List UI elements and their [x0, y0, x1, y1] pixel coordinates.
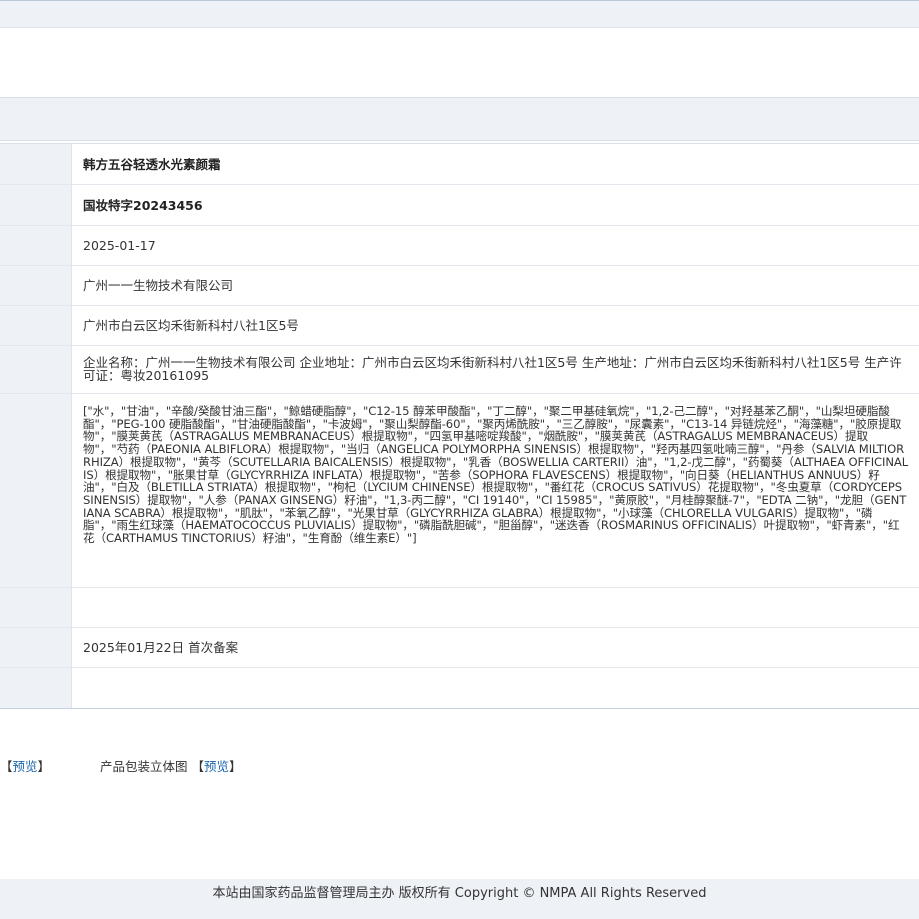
- table-row-empty: [0, 588, 919, 628]
- package-image-label: 产品包装立体图: [100, 759, 188, 774]
- last-value: [72, 668, 919, 708]
- ingredients-value: ["水"，"甘油"，"辛酸/癸酸甘油三酯"，"鲸蜡硬脂醇"，"C12-15 醇苯…: [83, 404, 909, 546]
- table-row-last: [0, 668, 919, 708]
- preview-link-1-group: 【预览】: [0, 757, 50, 777]
- company-name-value: 广州一一生物技术有限公司: [83, 278, 234, 293]
- table-row-filing-note: 2025年01月22日 首次备案: [0, 628, 919, 668]
- bracket-open: 【: [0, 759, 13, 774]
- bracket-close: 】: [37, 759, 51, 774]
- preview-links: 【预览】 产品包装立体图 【预览】: [0, 757, 919, 777]
- label-cell: [0, 668, 72, 708]
- bracket-open: 【: [191, 759, 205, 774]
- top-header-strip: [0, 0, 919, 28]
- label-cell: [0, 306, 72, 345]
- section-header-band: [0, 97, 919, 141]
- package-preview-link[interactable]: 预览: [204, 759, 229, 774]
- label-cell: [0, 588, 72, 627]
- detail-table: 韩方五谷轻透水光素颜霜 国妆特字20243456 2025-01-17 广州一一…: [0, 143, 919, 709]
- registration-no-value: 国妆特字20243456: [83, 197, 203, 213]
- table-row-ingredients: ["水"，"甘油"，"辛酸/癸酸甘油三酯"，"鲸蜡硬脂醇"，"C12-15 醇苯…: [0, 394, 919, 588]
- approval-date-value: 2025-01-17: [83, 238, 156, 253]
- preview-link[interactable]: 预览: [13, 759, 38, 774]
- footer: 本站由国家药品监督管理局主办 版权所有 Copyright © NMPA All…: [0, 879, 919, 919]
- footer-copyright: 本站由国家药品监督管理局主办 版权所有 Copyright © NMPA All…: [212, 886, 707, 901]
- label-cell: [0, 226, 72, 265]
- filing-note-value: 2025年01月22日 首次备案: [83, 640, 239, 655]
- company-address-value: 广州市白云区均禾街新科村八社1区5号: [83, 318, 299, 333]
- label-cell: [0, 394, 72, 587]
- label-cell: [0, 346, 72, 393]
- product-name-value: 韩方五谷轻透水光素颜霜: [83, 156, 221, 172]
- label-cell: [0, 266, 72, 305]
- bracket-close: 】: [229, 759, 242, 774]
- label-cell: [0, 185, 72, 225]
- table-row-registration-no: 国妆特字20243456: [0, 185, 919, 226]
- table-row-manufacturer-info: 企业名称：广州一一生物技术有限公司 企业地址：广州市白云区均禾街新科村八社1区5…: [0, 346, 919, 394]
- table-row-company-address: 广州市白云区均禾街新科村八社1区5号: [0, 306, 919, 346]
- table-row-company-name: 广州一一生物技术有限公司: [0, 266, 919, 306]
- empty-value: [72, 588, 919, 627]
- table-row-approval-date: 2025-01-17: [0, 226, 919, 266]
- manufacturer-info-value: 企业名称：广州一一生物技术有限公司 企业地址：广州市白云区均禾街新科村八社1区5…: [83, 355, 902, 383]
- package-image-group: 产品包装立体图 【预览】: [100, 757, 242, 777]
- table-row-product-name: 韩方五谷轻透水光素颜霜: [0, 144, 919, 185]
- page: 韩方五谷轻透水光素颜霜 国妆特字20243456 2025-01-17 广州一一…: [0, 0, 919, 919]
- label-cell: [0, 628, 72, 667]
- label-cell: [0, 144, 72, 184]
